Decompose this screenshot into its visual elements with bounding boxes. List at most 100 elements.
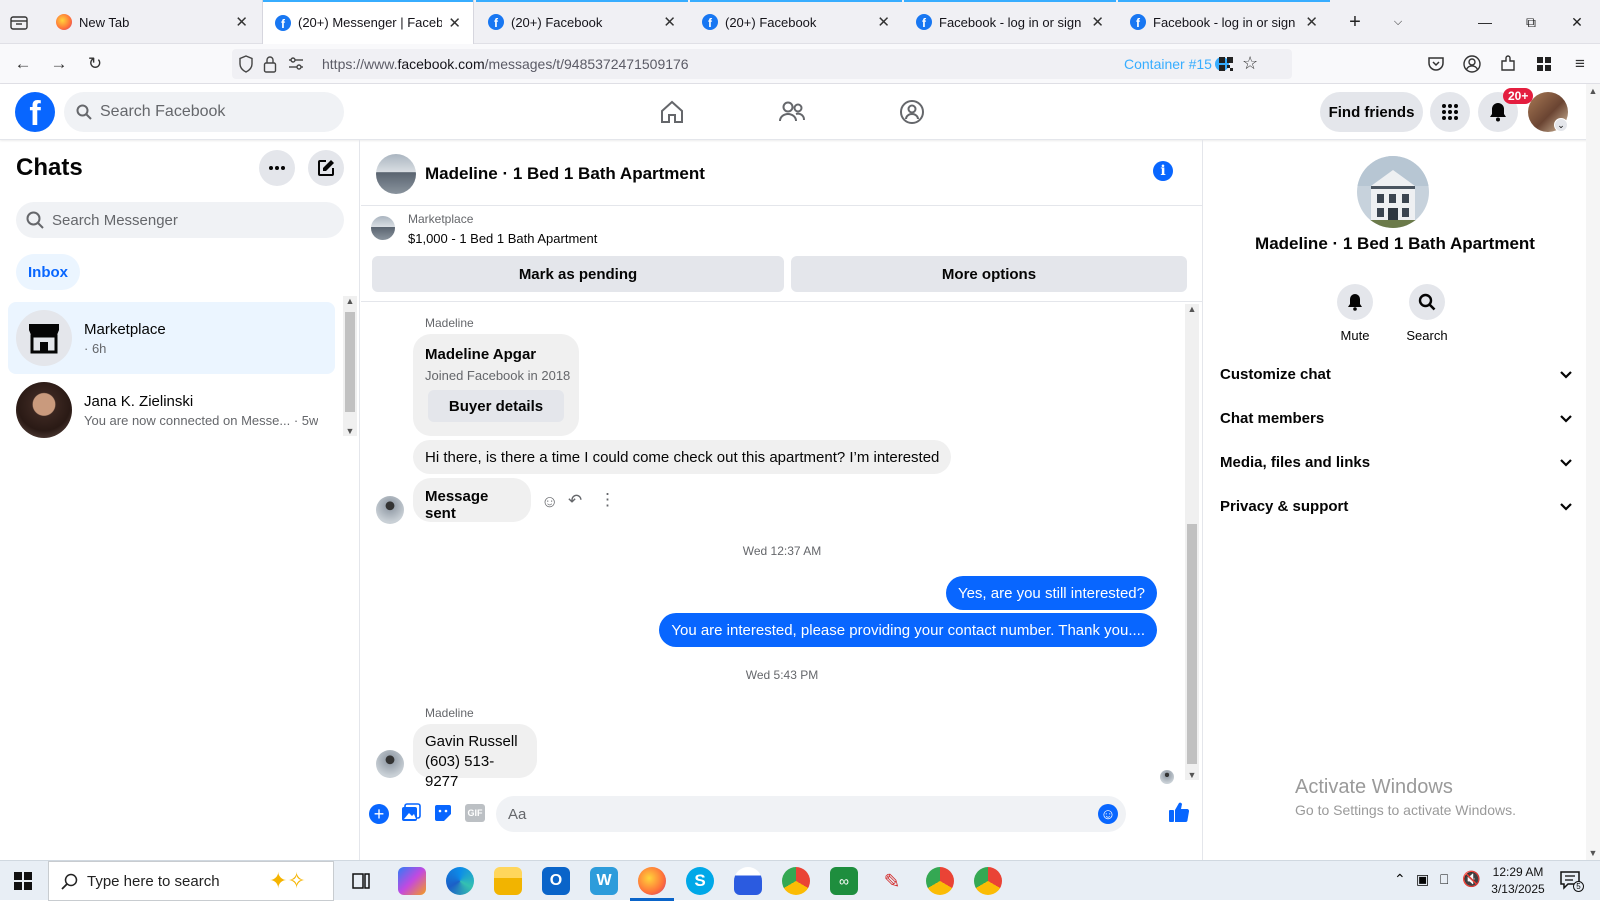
- close-window-button[interactable]: ✕: [1554, 0, 1600, 44]
- taskbar-clock[interactable]: 12:29 AM 3/13/2025: [1480, 864, 1556, 898]
- close-tab-icon[interactable]: ✕: [663, 13, 676, 31]
- network-icon[interactable]: ⎕: [1440, 871, 1448, 888]
- back-arrow-icon[interactable]: ←: [9, 50, 37, 78]
- conversation-scrollbar[interactable]: ▲ ▼: [1185, 304, 1199, 780]
- scroll-thumb[interactable]: [345, 312, 355, 412]
- scroll-thumb[interactable]: [1187, 524, 1197, 764]
- close-tab-icon[interactable]: ✕: [448, 14, 461, 32]
- more-options-button[interactable]: More options: [791, 256, 1187, 292]
- photo-icon[interactable]: [401, 803, 421, 828]
- chat-list-scrollbar[interactable]: ▲ ▼: [343, 296, 357, 436]
- listing-avatar-large[interactable]: [1357, 156, 1429, 228]
- chrome-profile-icon[interactable]: [974, 867, 1002, 895]
- reload-icon[interactable]: ↻: [81, 50, 109, 78]
- browser-tab[interactable]: f Facebook - log in or sign up ✕: [904, 0, 1116, 44]
- scroll-up-icon[interactable]: ▲: [343, 296, 357, 306]
- groups-icon[interactable]: [896, 96, 928, 128]
- conversation-title[interactable]: Madeline · 1 Bed 1 Bath Apartment: [425, 164, 705, 184]
- w-app-icon[interactable]: W: [590, 867, 618, 895]
- listing-title[interactable]: $1,000 - 1 Bed 1 Bath Apartment: [408, 231, 597, 246]
- new-tab-button[interactable]: +: [1337, 0, 1373, 44]
- close-tab-icon[interactable]: ✕: [1091, 13, 1104, 31]
- home-icon[interactable]: [656, 96, 688, 128]
- pocket-icon[interactable]: [1422, 50, 1450, 78]
- apps-grid-icon[interactable]: [1530, 50, 1558, 78]
- edge-icon[interactable]: [446, 867, 474, 895]
- mark-as-pending-button[interactable]: Mark as pending: [372, 256, 784, 292]
- bookmark-star-icon[interactable]: ☆: [1242, 53, 1258, 74]
- scroll-up-icon[interactable]: ▲: [1185, 304, 1199, 314]
- section-privacy-support[interactable]: Privacy & support: [1220, 486, 1572, 526]
- task-view-icon[interactable]: [351, 871, 371, 896]
- menu-grid-icon[interactable]: [1430, 92, 1470, 132]
- notification-center-icon[interactable]: 5: [1560, 870, 1584, 895]
- menu-icon[interactable]: ≡: [1566, 50, 1594, 78]
- scroll-up-icon[interactable]: ▲: [1586, 86, 1600, 96]
- friends-icon[interactable]: [776, 96, 808, 128]
- add-icon[interactable]: +: [369, 804, 389, 824]
- firefox-icon[interactable]: [638, 867, 666, 895]
- lock-icon[interactable]: [263, 55, 277, 78]
- like-thumbs-up-icon[interactable]: [1167, 800, 1191, 829]
- messenger-search-input[interactable]: Search Messenger: [16, 202, 344, 238]
- more-options-icon[interactable]: [259, 150, 295, 186]
- shield-icon[interactable]: [238, 55, 254, 78]
- paint-app-icon[interactable]: ✎: [878, 867, 906, 895]
- close-tab-icon[interactable]: ✕: [1305, 13, 1318, 31]
- qr-code-icon[interactable]: [1218, 56, 1234, 77]
- tab-list-icon[interactable]: [8, 12, 30, 32]
- chrome-profile-icon[interactable]: [926, 867, 954, 895]
- arc-app-icon[interactable]: [734, 867, 762, 895]
- address-bar[interactable]: https://www.facebook.com/messages/t/9485…: [232, 49, 1292, 79]
- gif-icon[interactable]: GIF: [465, 804, 485, 822]
- close-tab-icon[interactable]: ✕: [877, 13, 890, 31]
- more-actions-icon[interactable]: ⋮: [599, 490, 616, 510]
- copilot-icon[interactable]: [398, 867, 426, 895]
- browser-tab[interactable]: f (20+) Facebook ✕: [476, 0, 688, 44]
- new-message-icon[interactable]: [308, 150, 344, 186]
- facebook-search-input[interactable]: Search Facebook: [64, 92, 344, 132]
- taskbar-search-input[interactable]: Type here to search ✦✧: [48, 861, 334, 901]
- chevron-down-icon[interactable]: ⌄: [1554, 118, 1568, 132]
- scroll-down-icon[interactable]: ▼: [1586, 848, 1600, 858]
- outlook-icon[interactable]: O: [542, 867, 570, 895]
- sticker-icon[interactable]: [433, 803, 453, 828]
- info-icon[interactable]: i: [1153, 161, 1173, 181]
- windows-start-icon[interactable]: [14, 872, 32, 895]
- meet-now-icon[interactable]: ▣: [1416, 871, 1429, 888]
- green-app-icon[interactable]: ∞: [830, 867, 858, 895]
- show-hidden-icons-chevron-icon[interactable]: ⌃: [1394, 871, 1406, 888]
- chevron-down-icon[interactable]: ⌵: [1380, 0, 1416, 44]
- extensions-icon[interactable]: [1494, 50, 1522, 78]
- scroll-down-icon[interactable]: ▼: [343, 426, 357, 436]
- message-input[interactable]: Aa ☺: [496, 796, 1126, 832]
- section-customize-chat[interactable]: Customize chat: [1220, 354, 1572, 394]
- browser-tab[interactable]: f (20+) Facebook ✕: [690, 0, 902, 44]
- chrome-icon[interactable]: [782, 867, 810, 895]
- mute-button[interactable]: Mute: [1325, 284, 1385, 343]
- chat-item-jana[interactable]: Jana K. Zielinski You are now connected …: [8, 374, 335, 446]
- react-emoji-icon[interactable]: ☺: [541, 492, 558, 512]
- file-explorer-icon[interactable]: [494, 867, 522, 895]
- permissions-icon[interactable]: [288, 57, 304, 76]
- browser-tab-active[interactable]: f (20+) Messenger | Facebook ✕: [262, 0, 474, 45]
- browser-tab[interactable]: f Facebook - log in or sign up ✕: [1118, 0, 1330, 44]
- url-text[interactable]: https://www.facebook.com/messages/t/9485…: [322, 56, 689, 72]
- scroll-down-icon[interactable]: ▼: [1185, 770, 1199, 780]
- facebook-logo-icon[interactable]: f: [15, 92, 55, 132]
- listing-avatar[interactable]: [376, 154, 416, 194]
- browser-tab[interactable]: New Tab ✕: [44, 0, 260, 44]
- page-scrollbar[interactable]: ▲ ▼: [1586, 84, 1600, 860]
- emoji-icon[interactable]: ☺: [1098, 804, 1118, 824]
- skype-icon[interactable]: S: [686, 867, 714, 895]
- account-icon[interactable]: [1458, 50, 1486, 78]
- find-friends-button[interactable]: Find friends: [1320, 92, 1423, 132]
- section-media-files-links[interactable]: Media, files and links: [1220, 442, 1572, 482]
- buyer-details-button[interactable]: Buyer details: [428, 390, 564, 422]
- restore-button[interactable]: ⧉: [1508, 0, 1554, 44]
- inbox-tab[interactable]: Inbox: [16, 254, 80, 290]
- reply-icon[interactable]: ↶: [568, 491, 582, 511]
- container-label[interactable]: Container #15: [1124, 56, 1229, 72]
- close-tab-icon[interactable]: ✕: [235, 13, 248, 31]
- search-in-conversation-button[interactable]: Search: [1397, 284, 1457, 343]
